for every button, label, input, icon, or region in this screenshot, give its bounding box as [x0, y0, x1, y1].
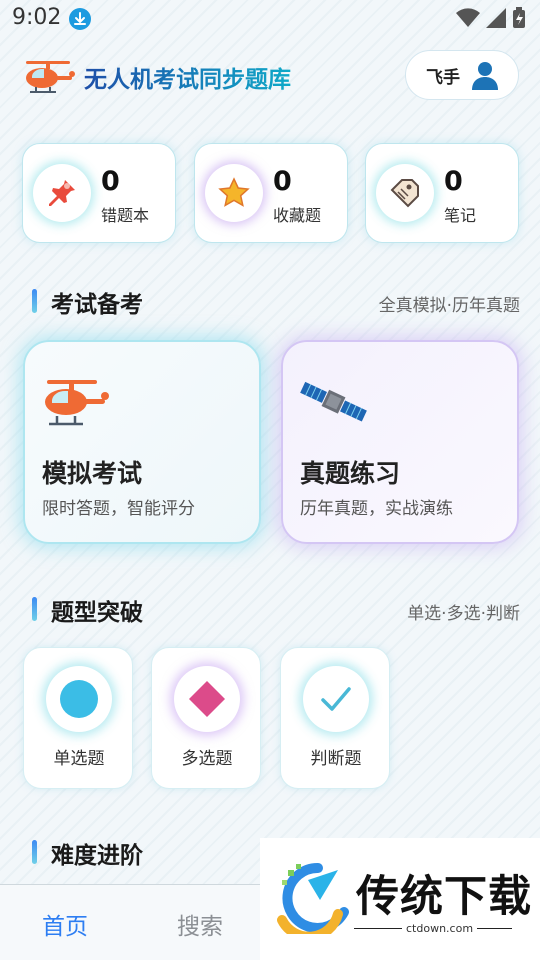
- section-accent-bar: [32, 597, 37, 621]
- section-title: 难度进阶: [51, 843, 143, 869]
- section-subtitle: 单选·多选·判断: [407, 604, 520, 624]
- qtype-section-header: 题型突破 单选·多选·判断: [32, 593, 520, 627]
- nav-search-tab[interactable]: 搜索: [177, 907, 223, 941]
- section-accent-bar: [32, 289, 37, 313]
- section-title: 题型突破: [51, 600, 143, 626]
- stat-card-wrong-questions[interactable]: 0 错题本: [22, 143, 176, 243]
- status-bar: 9:02: [0, 0, 540, 36]
- mock-exam-title: 模拟考试: [42, 459, 143, 488]
- stat-label: 笔记: [444, 206, 477, 225]
- status-time: 9:02: [12, 5, 62, 30]
- true-false-card[interactable]: 判断题: [280, 647, 390, 789]
- user-profile-button[interactable]: 飞手: [405, 50, 519, 100]
- helicopter-icon: [45, 380, 109, 426]
- qtype-label: 多选题: [181, 749, 233, 769]
- pushpin-icon: [33, 164, 91, 222]
- tag-icon: [376, 164, 434, 222]
- exam-section-header: 考试备考 全真模拟·历年真题: [32, 285, 520, 319]
- watermark-title: 传统下载: [356, 872, 532, 922]
- download-icon: [69, 8, 91, 30]
- status-icons: [456, 7, 526, 29]
- diamond-icon: [174, 666, 240, 732]
- stat-count: 0: [444, 166, 463, 197]
- past-papers-card[interactable]: 真题练习 历年真题，实战演练: [281, 340, 519, 544]
- qtype-label: 判断题: [310, 749, 362, 769]
- app-header: 无人机考试同步题库 飞手: [0, 48, 540, 104]
- battery-icon: [513, 7, 525, 28]
- signal-icon: [486, 8, 506, 28]
- stat-card-notes[interactable]: 0 笔记: [365, 143, 519, 243]
- stat-label: 收藏题: [273, 206, 322, 225]
- section-title: 考试备考: [51, 292, 143, 318]
- stats-row: 0 错题本 0 收藏题 0 笔记: [22, 143, 520, 243]
- section-subtitle: 全真模拟·历年真题: [378, 296, 520, 316]
- app-title: 无人机考试同步题库: [84, 60, 291, 94]
- circle-icon: [46, 666, 112, 732]
- helicopter-logo-icon: [26, 61, 75, 93]
- section-accent-bar: [32, 840, 37, 864]
- user-avatar-icon: [472, 62, 498, 90]
- stat-count: 0: [101, 166, 120, 197]
- stat-label: 错题本: [101, 206, 150, 225]
- watermark: 传统下载 ctdown.com: [260, 838, 540, 960]
- mock-exam-card[interactable]: 模拟考试 限时答题，智能评分: [23, 340, 261, 544]
- mock-exam-desc: 限时答题，智能评分: [42, 499, 195, 519]
- watermark-url: ctdown.com: [402, 922, 478, 935]
- checkmark-icon: [303, 666, 369, 732]
- star-icon: [205, 164, 263, 222]
- qtype-label: 单选题: [53, 749, 105, 769]
- satellite-icon: [300, 381, 367, 422]
- wifi-icon: [456, 8, 480, 27]
- past-papers-desc: 历年真题，实战演练: [300, 499, 453, 519]
- watermark-logo-icon: [277, 862, 349, 934]
- single-choice-card[interactable]: 单选题: [23, 647, 133, 789]
- user-name: 飞手: [426, 67, 460, 88]
- nav-home-tab[interactable]: 首页: [42, 907, 88, 941]
- stat-card-favorites[interactable]: 0 收藏题: [194, 143, 348, 243]
- stat-count: 0: [273, 166, 292, 197]
- multiple-choice-card[interactable]: 多选题: [151, 647, 261, 789]
- past-papers-title: 真题练习: [300, 459, 401, 488]
